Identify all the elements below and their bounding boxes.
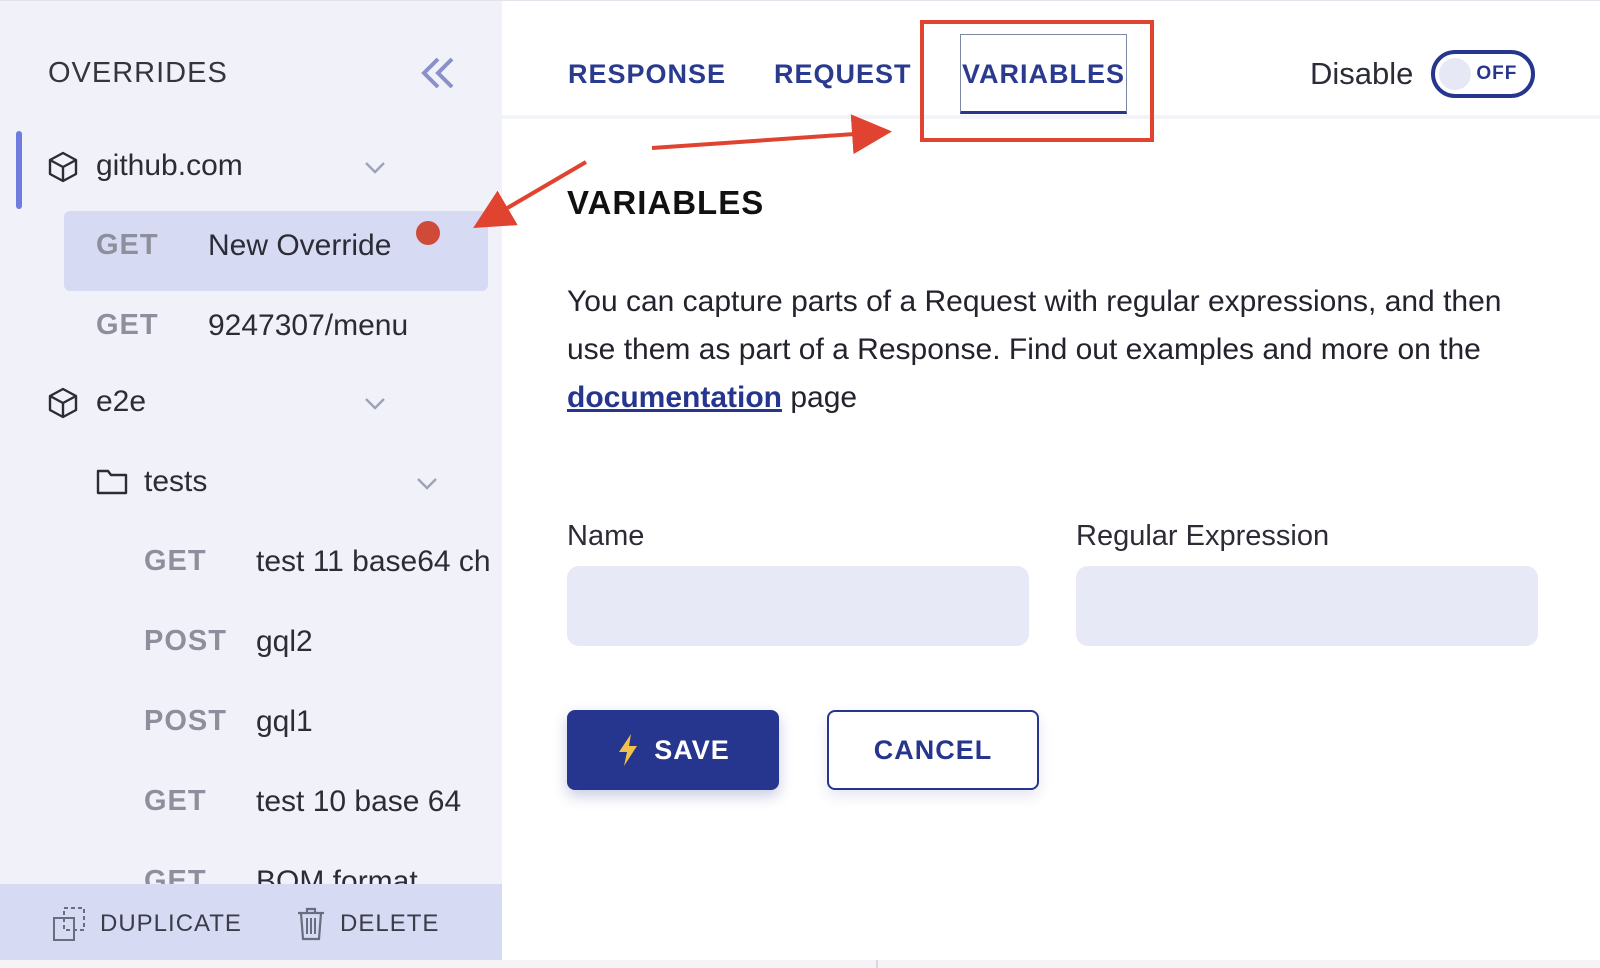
cancel-button[interactable]: CANCEL [827, 710, 1039, 790]
name-label: Name [567, 520, 645, 552]
cube-icon [48, 387, 78, 419]
disable-toggle[interactable]: OFF [1431, 50, 1536, 98]
delete-label: DELETE [340, 910, 440, 937]
override-label: test 11 base64 ch [256, 545, 491, 578]
cube-icon [48, 151, 78, 183]
disable-control: Disable OFF [1310, 49, 1536, 99]
collapse-sidebar-button[interactable] [418, 53, 458, 93]
duplicate-label: DUPLICATE [100, 910, 242, 937]
save-label: SAVE [654, 734, 730, 765]
folder-icon [96, 469, 128, 495]
http-method: GET [144, 785, 207, 817]
chevron-down-icon[interactable] [364, 397, 386, 411]
group-github[interactable]: github.com [0, 129, 502, 209]
duplicate-icon [53, 907, 85, 941]
chevron-down-icon[interactable] [416, 477, 438, 491]
regex-input[interactable] [1076, 566, 1538, 646]
tab-response[interactable]: RESPONSE [568, 59, 726, 90]
disable-label: Disable [1310, 56, 1414, 91]
override-item[interactable]: GET test 11 base64 ch [0, 527, 502, 605]
cancel-label: CANCEL [873, 734, 993, 765]
override-label: gql1 [256, 705, 313, 738]
override-label: New Override [208, 229, 392, 262]
description-text-end: page [782, 381, 858, 414]
override-label: 9247307/menu [208, 309, 409, 342]
override-label: test 10 base 64 [256, 785, 462, 818]
group-e2e[interactable]: e2e [0, 367, 502, 445]
group-name: github.com [96, 149, 243, 182]
http-method: GET [96, 229, 159, 261]
save-button[interactable]: SAVE [567, 710, 779, 790]
unsaved-indicator [416, 221, 440, 245]
tab-variables[interactable]: VARIABLES [960, 34, 1128, 114]
lightning-icon [619, 734, 638, 766]
regex-label: Regular Expression [1076, 520, 1330, 552]
documentation-link[interactable]: documentation [567, 381, 782, 414]
main-panel: RESPONSE REQUEST VARIABLES Disable OFF [502, 0, 1600, 960]
duplicate-button[interactable]: DUPLICATE [52, 904, 242, 944]
variables-description: You can capture parts of a Request with … [567, 278, 1557, 422]
tab-request[interactable]: REQUEST [774, 59, 912, 90]
tab-bar: RESPONSE REQUEST VARIABLES Disable OFF [502, 1, 1600, 119]
chevron-down-icon[interactable] [364, 161, 386, 175]
name-input[interactable] [567, 566, 1029, 646]
group-name: e2e [96, 385, 147, 418]
double-chevron-left-icon [421, 57, 454, 89]
bottom-edge [0, 960, 1600, 968]
delete-button[interactable]: DELETE [296, 904, 439, 944]
sidebar: OVERRIDES github.com GET New Override GE… [0, 0, 502, 960]
override-item[interactable]: GET 9247307/menu [0, 287, 502, 365]
http-method: GET [144, 545, 207, 577]
override-item[interactable]: GET New Override [0, 207, 502, 285]
folder-tests[interactable]: tests [0, 447, 502, 525]
override-item[interactable]: POST gql2 [0, 607, 502, 685]
sidebar-title: OVERRIDES [48, 57, 228, 89]
http-method: POST [144, 705, 227, 737]
override-label: gql2 [256, 625, 313, 658]
section-title: VARIABLES [567, 184, 765, 221]
toggle-knob [1439, 58, 1472, 90]
override-item[interactable]: POST gql1 [0, 687, 502, 765]
active-group-indicator [16, 131, 22, 209]
http-method: POST [144, 625, 227, 657]
bottom-divider [876, 960, 878, 968]
description-text: You can capture parts of a Request with … [567, 285, 1502, 366]
trash-icon [298, 907, 324, 941]
http-method: GET [96, 309, 159, 341]
toggle-state: OFF [1476, 63, 1518, 84]
sidebar-footer: DUPLICATE DELETE [0, 884, 502, 960]
folder-name: tests [144, 465, 208, 498]
override-item[interactable]: GET test 10 base 64 [0, 767, 502, 845]
